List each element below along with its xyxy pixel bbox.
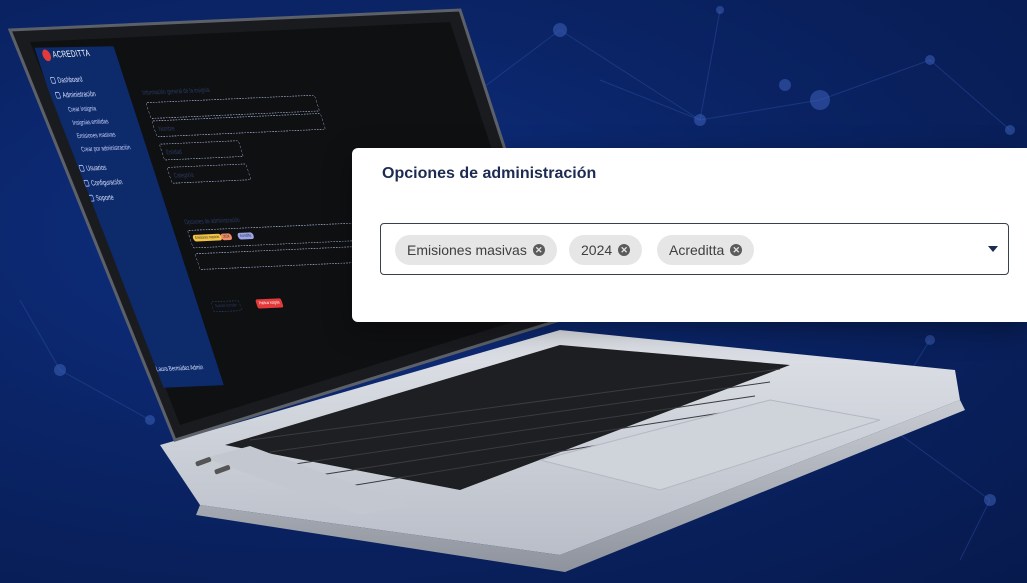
save-draft-button[interactable]: Guardar borrador	[210, 300, 243, 313]
sidebar-sub-item[interactable]: Insignias emitidas	[71, 117, 109, 126]
remove-tag-icon[interactable]: ✕	[618, 244, 631, 256]
chip: 2024	[220, 233, 233, 241]
sidebar-sub-item[interactable]: Emisiones masivas	[76, 131, 117, 140]
tag-emisiones-masivas: Emisiones masivas ✕	[395, 235, 557, 265]
entity-field-placeholder: Entidad	[165, 147, 183, 157]
sidebar-item-admin[interactable]: Administración	[54, 89, 97, 99]
remove-tag-icon[interactable]: ✕	[730, 244, 743, 256]
panel-title: Opciones de administración	[382, 165, 597, 182]
section-title: Información general de la insignia	[141, 86, 211, 97]
brand-name: ACREDITTA	[51, 48, 92, 61]
sidebar-item-support[interactable]: Soporte	[88, 193, 115, 202]
admin-options-panel: Opciones de administración Emisiones mas…	[352, 148, 1027, 322]
sidebar-sub-item[interactable]: Crear por administración	[80, 143, 131, 153]
sidebar-item-dashboard[interactable]: Dashboard	[49, 75, 84, 85]
admin-section-title: Opciones de administración	[183, 216, 241, 226]
sidebar-item-users[interactable]: Usuarios	[78, 163, 107, 172]
tag-2024: 2024 ✕	[569, 235, 643, 265]
chip: Acreditta	[236, 232, 255, 240]
brand-logo: ACREDITTA	[40, 48, 92, 62]
publish-button[interactable]: Publicar insignia	[255, 298, 285, 309]
tag-label: Acreditta	[669, 242, 725, 258]
sidebar-item-settings[interactable]: Configuración	[83, 178, 123, 188]
chevron-down-icon[interactable]	[988, 246, 998, 252]
remove-tag-icon[interactable]: ✕	[532, 244, 545, 256]
tag-label: 2024	[581, 242, 613, 258]
sidebar-sub-item[interactable]: Crear insignia	[67, 105, 97, 114]
admin-options-select[interactable]: Emisiones masivas ✕ 2024 ✕ Acreditta ✕	[380, 223, 1009, 275]
chip: Emisiones masivas	[192, 233, 223, 242]
search-field[interactable]	[194, 245, 370, 270]
folder-icon	[54, 91, 62, 99]
tag-label: Emisiones masivas	[407, 242, 527, 258]
category-field-placeholder: Categoría	[172, 170, 195, 180]
tag-acreditta: Acreditta ✕	[657, 235, 755, 265]
home-icon	[49, 76, 57, 84]
